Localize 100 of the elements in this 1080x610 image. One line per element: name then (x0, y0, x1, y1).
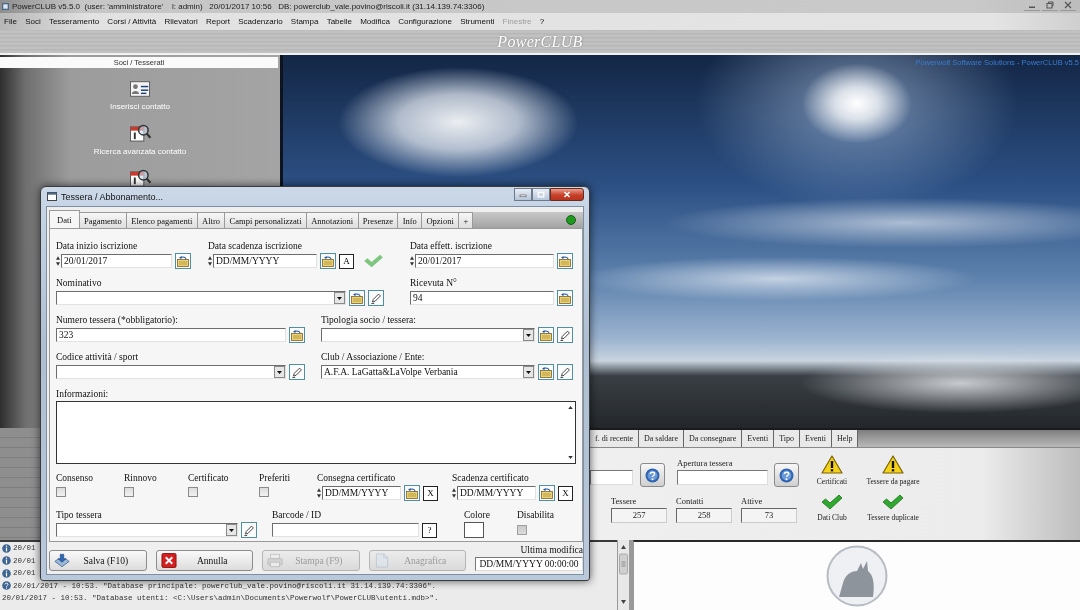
pencil-icon (559, 366, 571, 378)
tab[interactable]: Elenco pagamenti (126, 212, 198, 228)
help-button[interactable] (774, 463, 799, 487)
dropdown-field[interactable]: A.F.A. LaGatta&LaVolpe Verbania (321, 365, 535, 379)
checkbox[interactable] (517, 525, 527, 535)
checkbox[interactable] (56, 486, 66, 497)
picker-button[interactable] (557, 290, 573, 306)
date-field[interactable]: 20/01/2017 (415, 254, 554, 268)
menu-item[interactable]: ? (535, 17, 549, 26)
checkbox[interactable] (259, 486, 269, 497)
sidebar-item[interactable] (129, 169, 151, 187)
date-field[interactable]: 20/01/2017 (61, 254, 172, 268)
auto-button[interactable]: A (339, 253, 354, 269)
action-button[interactable]: Salva (F10) (49, 550, 147, 571)
tab[interactable]: Tipo (774, 430, 800, 447)
edit-button[interactable] (289, 364, 305, 380)
picker-button[interactable] (289, 327, 305, 343)
picker-button[interactable] (320, 253, 336, 269)
help-button[interactable]: ? (422, 522, 437, 538)
tab[interactable]: Eventi (800, 430, 832, 447)
tab[interactable]: Campi personalizzati (224, 212, 307, 228)
tab[interactable]: Eventi (742, 430, 775, 447)
menu-item[interactable]: Strumenti (456, 17, 499, 26)
text-field[interactable] (677, 470, 768, 485)
menu-item[interactable]: Soci (21, 17, 45, 26)
spin-arrows-icon[interactable] (410, 256, 414, 266)
tab[interactable]: Info (397, 212, 423, 228)
restore-icon (1046, 1, 1054, 9)
menu-item[interactable]: Modifica (356, 17, 395, 26)
dropdown-field[interactable] (56, 523, 238, 537)
maximize-button[interactable] (532, 188, 550, 201)
help-button[interactable] (640, 463, 665, 487)
edit-button[interactable] (557, 364, 573, 380)
picker-button[interactable] (557, 253, 573, 269)
tab[interactable]: Presenze (357, 212, 399, 228)
clear-button[interactable]: X (423, 485, 438, 501)
help-icon (645, 467, 660, 483)
tab[interactable]: Help (831, 430, 859, 447)
edit-button[interactable] (557, 327, 573, 343)
menu-item[interactable]: Report (201, 17, 235, 26)
tab[interactable]: Da consegnare (683, 430, 743, 447)
menu-item[interactable]: Corsi / Attività (103, 17, 161, 26)
checkbox-label: Disabilita (517, 509, 555, 521)
help-icon (2, 581, 11, 591)
scroll-down-icon[interactable] (568, 456, 573, 459)
restore-button[interactable] (1042, 0, 1058, 11)
tab[interactable]: + (458, 212, 474, 228)
info-icon (2, 543, 11, 553)
scrollbar[interactable] (618, 540, 629, 610)
close-button[interactable] (1060, 0, 1076, 11)
picker-button[interactable] (175, 253, 191, 269)
date-field[interactable]: DD/MM/YYYY (322, 486, 401, 500)
clear-button[interactable]: X (558, 485, 573, 501)
checkbox-label: Consenso (56, 472, 94, 484)
tab[interactable]: Da saldare (639, 430, 684, 447)
notes-field[interactable] (56, 401, 576, 464)
tab[interactable]: Annotazioni (305, 212, 359, 228)
text-field[interactable] (590, 470, 633, 485)
tab[interactable]: Dati (49, 210, 80, 228)
spin-arrows-icon[interactable] (452, 488, 456, 498)
menu-item[interactable]: File (0, 17, 22, 26)
menu-item[interactable]: Rilevatori (160, 17, 202, 26)
color-field[interactable] (464, 522, 484, 538)
field-label: Informazioni: (56, 388, 110, 400)
dropdown-field[interactable] (56, 291, 346, 305)
edit-button[interactable] (368, 290, 384, 306)
menu-item[interactable]: Stampa (286, 17, 323, 26)
edit-button[interactable] (241, 522, 257, 538)
info-icon (2, 556, 11, 566)
menu-item[interactable]: Tesseramento (44, 17, 104, 26)
spin-arrows-icon[interactable] (208, 256, 212, 266)
date-field[interactable]: DD/MM/YYYY (457, 486, 536, 500)
tab[interactable]: Opzioni (421, 212, 460, 228)
picker-button[interactable] (539, 485, 555, 501)
picker-button[interactable] (404, 485, 420, 501)
spin-arrows-icon[interactable] (317, 488, 321, 498)
close-icon (563, 191, 571, 198)
checkmark-icon (882, 494, 904, 510)
field-label: Data inizio iscrizione (56, 240, 139, 252)
picker-button[interactable] (538, 327, 554, 343)
picker-button[interactable] (349, 290, 365, 306)
minimize-button[interactable] (514, 188, 532, 201)
picker-button[interactable] (538, 364, 554, 380)
text-field[interactable]: 323 (56, 328, 286, 342)
menu-item[interactable]: Configurazione (394, 17, 457, 26)
dropdown-field[interactable] (321, 328, 535, 342)
checkbox[interactable] (124, 486, 134, 497)
action-button[interactable]: Annulla (155, 550, 253, 571)
date-field[interactable]: DD/MM/YYYY (213, 254, 317, 268)
tab[interactable]: f. di recente (590, 430, 639, 447)
close-button[interactable] (550, 188, 584, 201)
scroll-up-icon[interactable] (568, 406, 573, 409)
checkbox[interactable] (188, 486, 198, 497)
text-field[interactable] (272, 523, 419, 537)
dropdown-field[interactable] (56, 365, 286, 379)
spin-arrows-icon[interactable] (56, 256, 60, 266)
menu-item[interactable]: Tabelle (322, 17, 357, 26)
text-field[interactable]: 94 (410, 291, 554, 305)
tab[interactable]: Pagamento (78, 212, 127, 228)
menu-item[interactable]: Scadenzario (234, 17, 287, 26)
